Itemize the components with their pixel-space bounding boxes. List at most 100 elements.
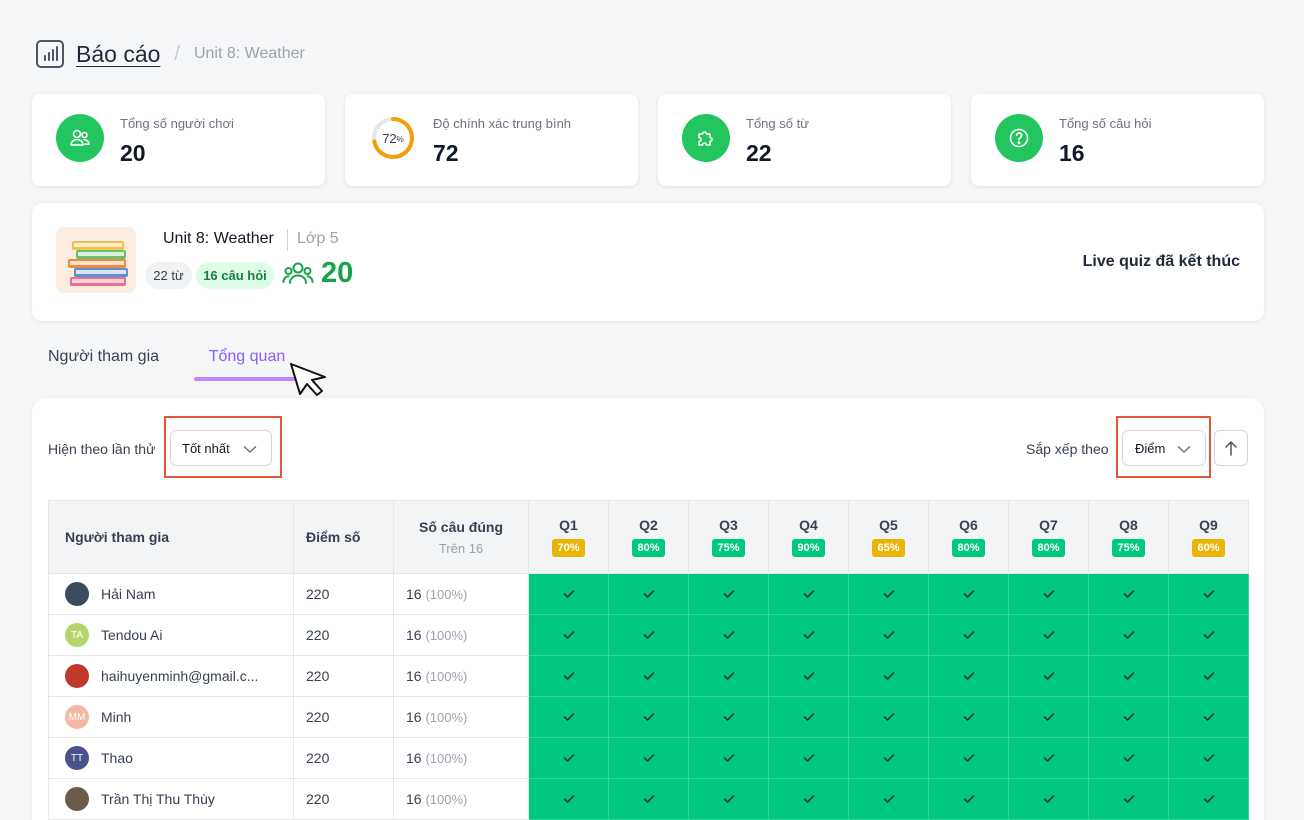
participant-name[interactable]: Hải Nam — [101, 586, 155, 602]
check-icon — [803, 750, 815, 766]
answer-cell[interactable] — [1088, 737, 1169, 779]
answer-cell[interactable] — [528, 614, 609, 656]
answer-cell[interactable] — [608, 778, 689, 820]
participant-name[interactable]: Minh — [101, 709, 131, 725]
check-icon — [883, 586, 895, 602]
participant-cell: TA Tendou Ai — [48, 614, 294, 656]
answer-cell[interactable] — [528, 696, 609, 738]
answer-cell[interactable] — [1168, 737, 1249, 779]
answer-cell[interactable] — [1008, 696, 1089, 738]
participant-name[interactable]: Trần Thị Thu Thùy — [101, 791, 215, 807]
answer-cell[interactable] — [688, 778, 769, 820]
answer-cell[interactable] — [1088, 573, 1169, 615]
check-icon — [1043, 586, 1055, 602]
question-header-7[interactable]: Q7 80% — [1008, 500, 1089, 574]
correct-cell: 16 (100%) — [393, 655, 529, 697]
check-icon — [643, 627, 655, 643]
answer-cell[interactable] — [1008, 778, 1089, 820]
table-row[interactable]: MM Minh 220 16 (100%) — [48, 696, 1249, 738]
answer-cell[interactable] — [608, 655, 689, 697]
answer-cell[interactable] — [1008, 614, 1089, 656]
question-header-6[interactable]: Q6 80% — [928, 500, 1009, 574]
answer-cell[interactable] — [1168, 778, 1249, 820]
answer-cell[interactable] — [1088, 778, 1169, 820]
tab-participants[interactable]: Người tham gia — [48, 348, 159, 366]
answer-cell[interactable] — [848, 573, 929, 615]
answer-cell[interactable] — [768, 737, 849, 779]
answer-cell[interactable] — [768, 696, 849, 738]
answer-cell[interactable] — [848, 737, 929, 779]
answer-cell[interactable] — [688, 573, 769, 615]
answer-cell[interactable] — [1088, 696, 1169, 738]
answer-cell[interactable] — [688, 737, 769, 779]
page-title[interactable]: Báo cáo — [76, 41, 160, 68]
answer-cell[interactable] — [768, 778, 849, 820]
question-header-5[interactable]: Q5 65% — [848, 500, 929, 574]
participant-name[interactable]: Tendou Ai — [101, 627, 163, 643]
sort-select[interactable]: Điểm — [1122, 430, 1206, 466]
answer-cell[interactable] — [1008, 573, 1089, 615]
check-icon — [563, 709, 575, 725]
question-accuracy-badge: 75% — [1112, 539, 1145, 557]
participant-cell: haihuyenminh@gmail.c... — [48, 655, 294, 697]
answer-cell[interactable] — [768, 614, 849, 656]
table-row[interactable]: TT Thao 220 16 (100%) — [48, 737, 1249, 779]
question-header-1[interactable]: Q1 70% — [528, 500, 609, 574]
participant-name[interactable]: haihuyenminh@gmail.c... — [101, 668, 258, 684]
answer-cell[interactable] — [1168, 573, 1249, 615]
score-header[interactable]: Điểm số — [293, 500, 394, 574]
answer-cell[interactable] — [688, 696, 769, 738]
answer-cell[interactable] — [928, 696, 1009, 738]
question-header-4[interactable]: Q4 90% — [768, 500, 849, 574]
answer-cell[interactable] — [928, 614, 1009, 656]
answer-cell[interactable] — [1008, 655, 1089, 697]
answer-cell[interactable] — [768, 655, 849, 697]
correct-percent: (100%) — [425, 751, 468, 766]
answer-cell[interactable] — [528, 573, 609, 615]
sort-direction-button[interactable] — [1214, 430, 1248, 466]
answer-cell[interactable] — [848, 655, 929, 697]
answer-cell[interactable] — [928, 778, 1009, 820]
answer-cell[interactable] — [928, 737, 1009, 779]
correct-header[interactable]: Số câu đúng Trên 16 — [393, 500, 529, 574]
answer-cell[interactable] — [928, 655, 1009, 697]
correct-count: 16 — [406, 750, 422, 766]
answer-cell[interactable] — [688, 655, 769, 697]
answer-cell[interactable] — [1088, 655, 1169, 697]
answer-cell[interactable] — [528, 737, 609, 779]
question-header-2[interactable]: Q2 80% — [608, 500, 689, 574]
participant-name[interactable]: Thao — [101, 750, 133, 766]
attempt-select[interactable]: Tốt nhất — [170, 430, 272, 466]
answer-cell[interactable] — [608, 614, 689, 656]
check-icon — [883, 791, 895, 807]
answer-cell[interactable] — [848, 696, 929, 738]
question-header-9[interactable]: Q9 60% — [1168, 500, 1249, 574]
question-header-8[interactable]: Q8 75% — [1088, 500, 1169, 574]
tab-overview[interactable]: Tổng quan — [194, 348, 300, 366]
answer-cell[interactable] — [1088, 614, 1169, 656]
answer-cell[interactable] — [848, 614, 929, 656]
table-row[interactable]: Hải Nam 220 16 (100%) — [48, 573, 1249, 615]
answer-cell[interactable] — [848, 778, 929, 820]
answer-cell[interactable] — [1008, 737, 1089, 779]
answer-cell[interactable] — [1168, 696, 1249, 738]
answer-cell[interactable] — [1168, 655, 1249, 697]
answer-cell[interactable] — [688, 614, 769, 656]
table-row[interactable]: Trần Thị Thu Thùy 220 16 (100%) — [48, 778, 1249, 820]
answer-cell[interactable] — [1168, 614, 1249, 656]
answer-cell[interactable] — [528, 655, 609, 697]
answer-cell[interactable] — [608, 573, 689, 615]
question-header-3[interactable]: Q3 75% — [688, 500, 769, 574]
answer-cell[interactable] — [608, 696, 689, 738]
table-row[interactable]: haihuyenminh@gmail.c... 220 16 (100%) — [48, 655, 1249, 697]
check-icon — [963, 709, 975, 725]
question-label: Q9 — [1199, 517, 1218, 533]
answer-cell[interactable] — [528, 778, 609, 820]
answer-cell[interactable] — [928, 573, 1009, 615]
participant-header[interactable]: Người tham gia — [48, 500, 294, 574]
check-icon — [963, 586, 975, 602]
answer-cell[interactable] — [608, 737, 689, 779]
correct-cell: 16 (100%) — [393, 778, 529, 820]
answer-cell[interactable] — [768, 573, 849, 615]
table-row[interactable]: TA Tendou Ai 220 16 (100%) — [48, 614, 1249, 656]
